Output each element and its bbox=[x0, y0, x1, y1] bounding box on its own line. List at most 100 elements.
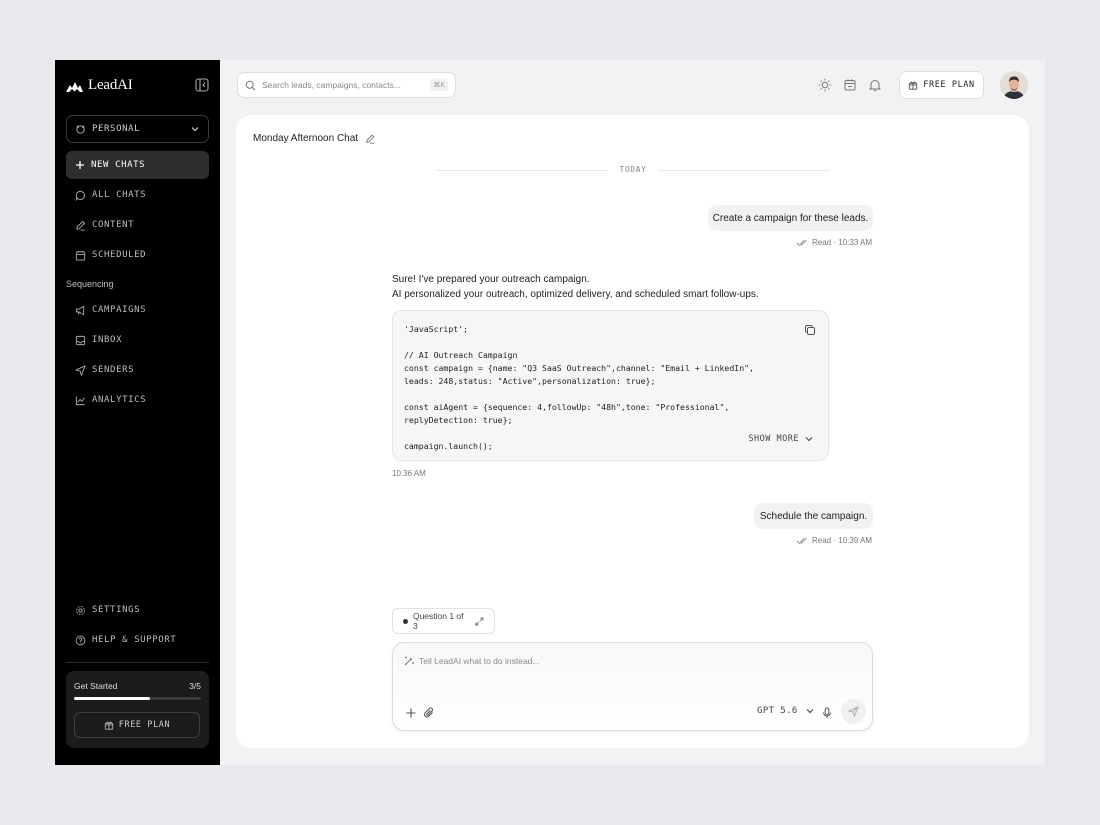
divider-line bbox=[436, 170, 608, 171]
assistant-message-line: Sure! I've prepared your outreach campai… bbox=[392, 274, 590, 285]
send-icon bbox=[75, 364, 86, 376]
show-more-button[interactable]: SHOW MORE bbox=[748, 434, 814, 444]
get-started-card: Get Started 3/5 FREE PLAN bbox=[66, 671, 209, 748]
help-icon bbox=[75, 635, 86, 645]
pencil-icon bbox=[76, 220, 86, 231]
search-input[interactable] bbox=[262, 80, 425, 90]
chat-header: Monday Afternoon Chat bbox=[253, 133, 375, 144]
app-window: LeadAI PERSONAL NEW CHATS ALL CHATS CONT… bbox=[55, 60, 1045, 765]
model-select[interactable]: GPT 5.6 bbox=[757, 706, 815, 716]
chat-bubble-icon bbox=[75, 190, 85, 201]
sidebar-item-label: INBOX bbox=[92, 335, 123, 345]
calendar-icon[interactable] bbox=[843, 78, 857, 92]
divider-line bbox=[658, 170, 830, 171]
gift-icon bbox=[909, 81, 918, 90]
message-composer: GPT 5.6 bbox=[392, 642, 873, 731]
user-avatar[interactable] bbox=[1000, 71, 1028, 99]
show-more-label: SHOW MORE bbox=[748, 434, 799, 444]
question-label: Question 1 of 3 bbox=[412, 611, 464, 631]
free-plan-button[interactable]: FREE PLAN bbox=[74, 712, 200, 738]
brand-logo[interactable]: LeadAI bbox=[66, 77, 133, 94]
edit-title-icon[interactable] bbox=[365, 134, 375, 144]
workspace-label: PERSONAL bbox=[92, 124, 141, 134]
question-dot bbox=[403, 618, 408, 624]
sidebar-item-label: CAMPAIGNS bbox=[92, 305, 147, 315]
sidebar-item-settings[interactable]: SETTINGS bbox=[66, 596, 209, 624]
send-button[interactable] bbox=[841, 699, 866, 724]
code-block: 'JavaScript'; // AI Outreach Campaign co… bbox=[392, 310, 829, 461]
get-started-progress bbox=[74, 697, 201, 700]
megaphone-icon bbox=[75, 305, 85, 315]
copy-icon[interactable] bbox=[804, 324, 816, 336]
free-plan-button[interactable]: FREE PLAN bbox=[899, 71, 984, 99]
sidebar-item-label: HELP & SUPPORT bbox=[92, 635, 177, 645]
get-started-progress-fill bbox=[74, 697, 151, 700]
new-chat-button[interactable]: NEW CHATS bbox=[66, 151, 209, 179]
sidebar-item-label: ANALYTICS bbox=[92, 395, 147, 405]
gear-icon bbox=[76, 605, 85, 615]
sidebar-item-campaigns[interactable]: CAMPAIGNS bbox=[66, 296, 209, 324]
section-title-sequencing: Sequencing bbox=[66, 279, 114, 289]
model-label: GPT 5.6 bbox=[757, 706, 798, 716]
collapse-sidebar-icon[interactable] bbox=[195, 78, 209, 92]
assistant-message-time: 10:36 AM bbox=[392, 469, 426, 478]
chat-title: Monday Afternoon Chat bbox=[253, 133, 359, 144]
free-plan-label: FREE PLAN bbox=[923, 80, 975, 90]
calendar-icon bbox=[75, 250, 86, 261]
user-message-text: Create a campaign for these leads. bbox=[712, 212, 869, 224]
assistant-message: Sure! I've prepared your outreach campai… bbox=[392, 272, 759, 302]
message-status: Read · 10:33 AM bbox=[796, 238, 872, 247]
sidebar-item-label: SENDERS bbox=[92, 365, 135, 375]
user-message: Create a campaign for these leads. bbox=[708, 205, 873, 231]
question-indicator[interactable]: Question 1 of 3 bbox=[392, 608, 495, 634]
workspace-icon bbox=[76, 124, 85, 134]
read-checkmark-icon bbox=[796, 239, 807, 246]
sidebar: LeadAI PERSONAL NEW CHATS ALL CHATS CONT… bbox=[55, 60, 220, 765]
search-icon bbox=[245, 80, 256, 90]
inbox-icon bbox=[75, 335, 86, 345]
microphone-icon[interactable] bbox=[821, 707, 833, 719]
chart-icon bbox=[75, 395, 85, 405]
sidebar-item-scheduled[interactable]: SCHEDULED bbox=[66, 241, 209, 269]
chevron-down-icon bbox=[805, 437, 813, 442]
workspace-select[interactable]: PERSONAL bbox=[66, 115, 209, 143]
message-status-text: Read · 10:39 AM bbox=[812, 536, 873, 545]
bell-icon[interactable] bbox=[868, 78, 882, 92]
chevron-down-icon bbox=[806, 709, 814, 714]
sidebar-item-analytics[interactable]: ANALYTICS bbox=[66, 386, 209, 414]
user-message-text: Schedule the campaign. bbox=[759, 510, 868, 522]
sidebar-item-label: CONTENT bbox=[92, 220, 135, 230]
date-divider: TODAY bbox=[436, 164, 830, 176]
expand-icon bbox=[475, 617, 484, 625]
new-chat-label: NEW CHATS bbox=[91, 160, 146, 170]
message-input[interactable] bbox=[419, 654, 839, 668]
plus-icon[interactable] bbox=[405, 707, 417, 719]
sidebar-item-all-chats[interactable]: ALL CHATS bbox=[66, 181, 209, 209]
logo-mark-icon bbox=[66, 81, 83, 92]
magic-wand-icon bbox=[404, 656, 414, 666]
sidebar-item-label: ALL CHATS bbox=[92, 190, 147, 200]
free-plan-label: FREE PLAN bbox=[118, 720, 171, 730]
avatar-image bbox=[1000, 71, 1028, 99]
sidebar-item-senders[interactable]: SENDERS bbox=[66, 356, 209, 384]
search-shortcut: ⌘K bbox=[430, 79, 448, 91]
get-started-title: Get Started bbox=[74, 681, 118, 691]
get-started-count: 3/5 bbox=[189, 681, 201, 691]
sidebar-divider bbox=[66, 662, 209, 663]
gift-icon bbox=[104, 721, 113, 730]
search-bar[interactable]: ⌘K bbox=[237, 72, 456, 98]
assistant-message-line: AI personalized your outreach, optimized… bbox=[392, 289, 759, 300]
paperclip-icon[interactable] bbox=[423, 707, 435, 719]
brand-name: LeadAI bbox=[88, 77, 133, 93]
message-status-text: Read · 10:33 AM bbox=[812, 238, 873, 247]
sidebar-item-content[interactable]: CONTENT bbox=[66, 211, 209, 239]
sidebar-item-inbox[interactable]: INBOX bbox=[66, 326, 209, 354]
chat-panel: Monday Afternoon Chat TODAY Create a cam… bbox=[236, 115, 1029, 748]
theme-toggle-icon[interactable] bbox=[818, 78, 832, 92]
read-checkmark-icon bbox=[796, 537, 807, 544]
sidebar-item-label: SETTINGS bbox=[92, 605, 141, 615]
plus-icon bbox=[76, 161, 84, 169]
sidebar-item-help[interactable]: HELP & SUPPORT bbox=[66, 626, 209, 654]
code-content: 'JavaScript'; // AI Outreach Campaign co… bbox=[404, 324, 754, 451]
user-message: Schedule the campaign. bbox=[754, 503, 873, 529]
